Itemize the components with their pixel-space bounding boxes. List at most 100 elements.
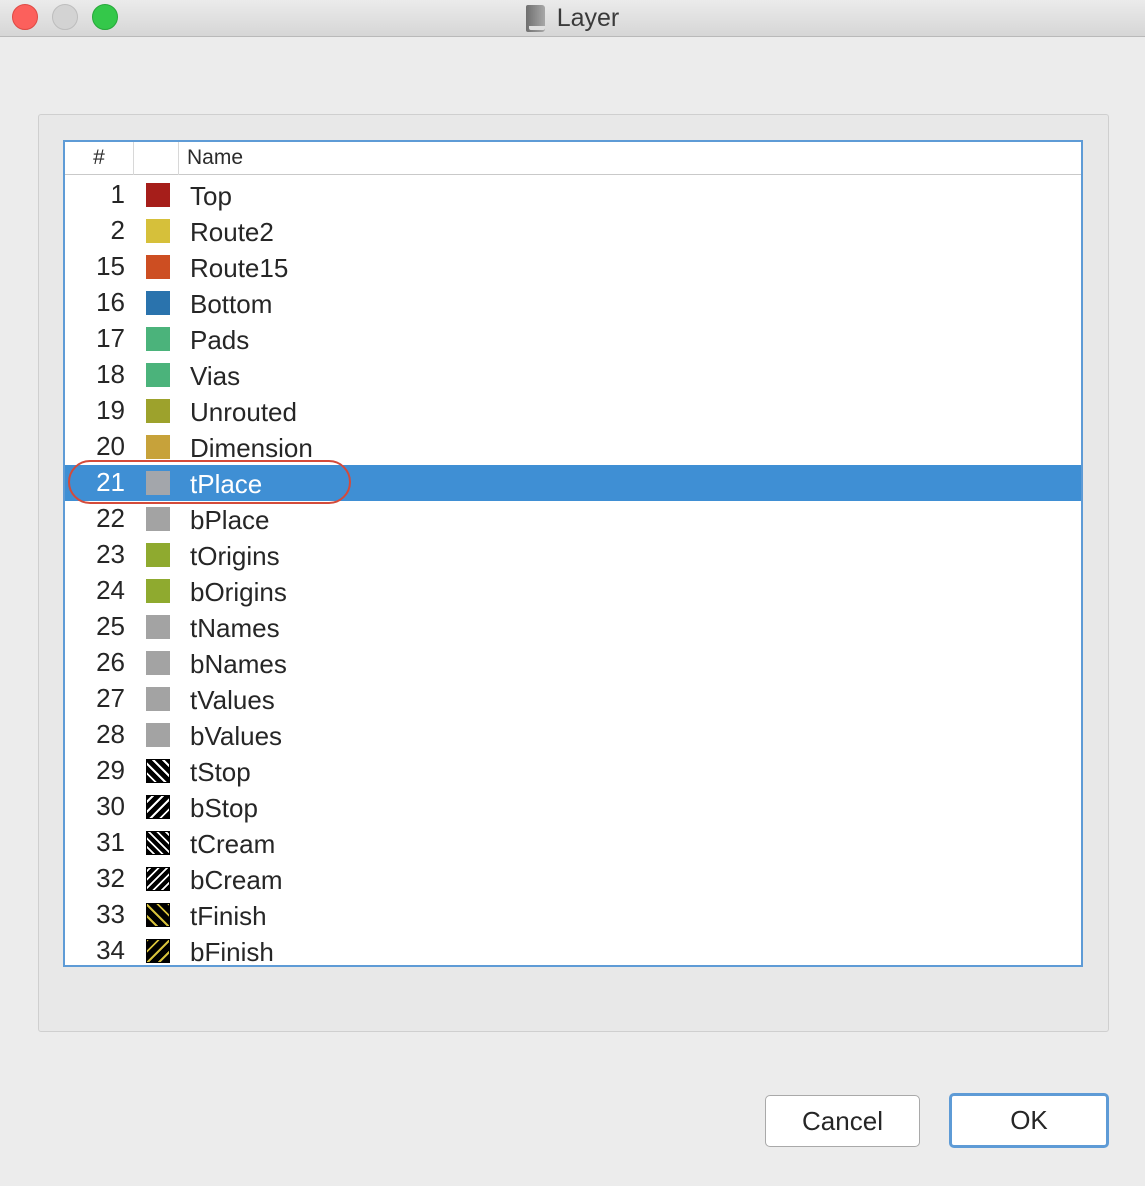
layer-row-dimension[interactable]: 20 Dimension (65, 429, 1081, 465)
layer-number: 27 (96, 683, 125, 713)
layer-name: bPlace (190, 505, 270, 535)
layer-name: bNames (190, 649, 287, 679)
layer-number: 31 (96, 827, 125, 857)
layer-number: 20 (96, 431, 125, 461)
layer-row-tnames[interactable]: 25 tNames (65, 609, 1081, 645)
layer-name: Route2 (190, 217, 274, 247)
layer-row-bnames[interactable]: 26 bNames (65, 645, 1081, 681)
layer-row-unrouted[interactable]: 19 Unrouted (65, 393, 1081, 429)
layer-name: bOrigins (190, 577, 287, 607)
layer-color-swatch[interactable] (146, 723, 170, 747)
layer-row-torigins[interactable]: 23 tOrigins (65, 537, 1081, 573)
layer-list: 1 Top 2 Route2 15 Route15 16 Bottom 17 Pads 18 Vias… (65, 177, 1081, 967)
layer-name: Unrouted (190, 397, 297, 427)
layer-color-swatch[interactable] (146, 651, 170, 675)
layer-color-swatch[interactable] (146, 759, 170, 783)
layer-name: bStop (190, 793, 258, 823)
layer-name: Pads (190, 325, 250, 355)
layer-color-swatch[interactable] (146, 183, 170, 207)
layer-color-swatch[interactable] (146, 687, 170, 711)
layer-row-bcream[interactable]: 32 bCream (65, 861, 1081, 897)
layer-number: 29 (96, 755, 125, 785)
layer-color-swatch[interactable] (146, 867, 170, 891)
layer-number: 30 (96, 791, 125, 821)
layer-color-swatch[interactable] (146, 939, 170, 963)
layer-name: tCream (190, 829, 276, 859)
layer-name: Dimension (190, 433, 313, 463)
layer-color-swatch[interactable] (146, 903, 170, 927)
title-group: Layer (0, 0, 1145, 37)
layer-name: Bottom (190, 289, 273, 319)
layer-row-tstop[interactable]: 29 tStop (65, 753, 1081, 789)
layer-number: 16 (96, 287, 125, 317)
layer-number: 19 (96, 395, 125, 425)
layer-color-swatch[interactable] (146, 615, 170, 639)
layer-row-top[interactable]: 1 Top (65, 177, 1081, 213)
layer-row-bstop[interactable]: 30 bStop (65, 789, 1081, 825)
layer-number: 22 (96, 503, 125, 533)
table-header: # Name (65, 142, 1081, 175)
layer-row-bplace[interactable]: 22 bPlace (65, 501, 1081, 537)
layer-number: 23 (96, 539, 125, 569)
column-header-number[interactable]: # (65, 142, 134, 175)
layer-row-route15[interactable]: 15 Route15 (65, 249, 1081, 285)
layer-color-swatch[interactable] (146, 255, 170, 279)
layer-name: tNames (190, 613, 280, 643)
layer-name: bCream (190, 865, 283, 895)
window-title: Layer (556, 4, 620, 32)
column-header-color[interactable] (134, 142, 179, 175)
layer-row-bvalues[interactable]: 28 bValues (65, 717, 1081, 753)
layer-color-swatch[interactable] (146, 291, 170, 315)
layer-number: 33 (96, 899, 125, 929)
layer-color-swatch[interactable] (146, 543, 170, 567)
layer-number: 17 (96, 323, 125, 353)
layer-row-bottom[interactable]: 16 Bottom (65, 285, 1081, 321)
layer-name: bFinish (190, 937, 274, 967)
layer-name: bValues (190, 721, 283, 751)
layer-number: 21 (96, 467, 125, 497)
title-bar: Layer (0, 0, 1145, 37)
cancel-button[interactable]: Cancel (765, 1095, 920, 1147)
layer-name: tFinish (190, 901, 267, 931)
layer-name: tStop (190, 757, 251, 787)
layer-row-tplace[interactable]: 21 tPlace (65, 465, 1081, 501)
column-header-name[interactable]: Name (187, 142, 243, 175)
layer-color-swatch[interactable] (146, 471, 170, 495)
layer-color-swatch[interactable] (146, 831, 170, 855)
layer-color-swatch[interactable] (146, 327, 170, 351)
layer-number: 24 (96, 575, 125, 605)
layer-number: 26 (96, 647, 125, 677)
layer-number: 34 (96, 935, 125, 965)
layer-name: Top (190, 181, 232, 211)
layer-row-vias[interactable]: 18 Vias (65, 357, 1081, 393)
layer-name: tPlace (190, 469, 263, 499)
layer-color-swatch[interactable] (146, 435, 170, 459)
layer-row-bfinish[interactable]: 34 bFinish (65, 933, 1081, 967)
layer-name: Route15 (190, 253, 289, 283)
layer-number: 25 (96, 611, 125, 641)
layer-name: tValues (190, 685, 275, 715)
layer-name: Vias (190, 361, 241, 391)
layer-number: 28 (96, 719, 125, 749)
layer-number: 1 (110, 179, 125, 209)
layer-table: # Name 1 Top 2 Route2 15 Route15 16 Bottom 17 Pad… (63, 140, 1083, 967)
layer-name: tOrigins (190, 541, 280, 571)
layer-row-tvalues[interactable]: 27 tValues (65, 681, 1081, 717)
layer-color-swatch[interactable] (146, 507, 170, 531)
layer-number: 18 (96, 359, 125, 389)
layer-row-tfinish[interactable]: 33 tFinish (65, 897, 1081, 933)
layer-number: 15 (96, 251, 125, 281)
layer-color-swatch[interactable] (146, 363, 170, 387)
layer-number: 2 (110, 215, 125, 245)
layer-row-borigins[interactable]: 24 bOrigins (65, 573, 1081, 609)
layer-number: 32 (96, 863, 125, 893)
layer-row-tcream[interactable]: 31 tCream (65, 825, 1081, 861)
book-icon (525, 5, 545, 32)
layer-color-swatch[interactable] (146, 579, 170, 603)
layer-color-swatch[interactable] (146, 219, 170, 243)
layer-color-swatch[interactable] (146, 795, 170, 819)
ok-button[interactable]: OK (949, 1093, 1109, 1148)
layer-row-pads[interactable]: 17 Pads (65, 321, 1081, 357)
layer-color-swatch[interactable] (146, 399, 170, 423)
layer-row-route2[interactable]: 2 Route2 (65, 213, 1081, 249)
